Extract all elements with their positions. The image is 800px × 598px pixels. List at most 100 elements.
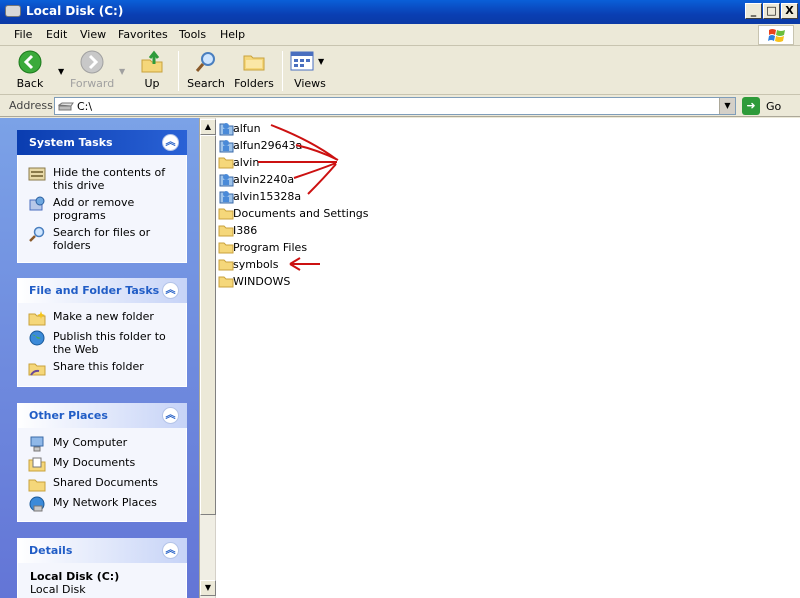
system-tasks-header[interactable]: System Tasks ︽ — [17, 130, 187, 155]
new-folder-icon — [28, 311, 46, 326]
search-label: Search — [187, 77, 225, 90]
drive-icon — [5, 5, 21, 17]
task-label: Search for files or folders — [53, 226, 151, 252]
file-name: symbols — [233, 258, 279, 271]
address-dropdown-icon[interactable]: ▼ — [719, 98, 735, 114]
menu-edit[interactable]: Edit — [46, 28, 67, 41]
task-new-folder[interactable]: Make a new folder — [28, 310, 178, 326]
drive-hide-icon — [28, 167, 46, 181]
place-my-documents[interactable]: My Documents — [28, 456, 178, 472]
place-my-computer[interactable]: My Computer — [28, 436, 178, 452]
menu-favorites[interactable]: Favorites — [118, 28, 168, 41]
details-type: Local Disk — [30, 583, 86, 596]
back-label: Back — [16, 77, 44, 90]
minimize-button[interactable]: _ — [745, 3, 762, 19]
file-folder-tasks-header[interactable]: File and Folder Tasks ︽ — [17, 278, 187, 303]
details-title: Details — [29, 544, 73, 557]
task-label: Share this folder — [53, 360, 144, 373]
search-icon — [195, 52, 215, 72]
views-label: Views — [294, 77, 326, 90]
place-network-places[interactable]: My Network Places — [28, 496, 178, 512]
file-name: alvin2240a — [233, 173, 295, 186]
system-tasks-title: System Tasks — [29, 136, 113, 149]
folder-icon — [218, 225, 234, 237]
folder-icon — [218, 208, 234, 220]
up-label: Up — [144, 77, 160, 90]
folder-icon — [218, 157, 234, 169]
menu-help[interactable]: Help — [220, 28, 245, 41]
folder-icon — [218, 259, 234, 271]
menu-file[interactable]: File — [14, 28, 32, 41]
maximize-button[interactable]: □ — [763, 3, 780, 19]
forward-dropdown-icon[interactable]: ▼ — [119, 67, 125, 76]
details-header[interactable]: Details ︽ — [17, 538, 187, 563]
user-folder-icon — [219, 174, 234, 187]
window-controls: _ □ X — [745, 3, 798, 19]
place-label: My Network Places — [53, 496, 157, 509]
folders-label: Folders — [234, 77, 274, 90]
folder-icon — [218, 242, 234, 254]
other-places-panel: Other Places ︽ My Computer My Documents … — [17, 403, 187, 522]
address-path: C:\ — [77, 100, 93, 113]
title-bar[interactable]: Local Disk (C:) _ □ X — [0, 0, 800, 24]
file-folder-tasks-title: File and Folder Tasks — [29, 284, 160, 297]
forward-arrow-icon — [80, 50, 104, 74]
forward-label: Forward — [70, 77, 115, 90]
toolbar: Back ▼ Forward ▼ Up Search Folders Views… — [0, 47, 800, 95]
file-name: I386 — [233, 224, 258, 237]
other-places-header[interactable]: Other Places ︽ — [17, 403, 187, 428]
task-publish-web[interactable]: Publish this folder to the Web — [28, 330, 178, 358]
other-places-body: My Computer My Documents Shared Document… — [17, 428, 187, 522]
collapse-chevron-icon[interactable]: ︽ — [162, 407, 179, 424]
publish-web-icon — [29, 330, 45, 346]
back-arrow-icon — [18, 50, 42, 74]
network-places-icon — [29, 496, 45, 512]
task-search-files[interactable]: Search for files or folders — [28, 226, 178, 254]
windows-logo-icon — [758, 25, 794, 45]
close-button[interactable]: X — [781, 3, 798, 19]
go-button[interactable]: ➜ Go — [742, 97, 796, 115]
place-label: My Computer — [53, 436, 128, 449]
vertical-scrollbar[interactable]: ▲ ▼ — [200, 118, 216, 598]
add-remove-programs-icon — [29, 196, 45, 211]
my-documents-icon — [28, 457, 46, 472]
menu-bar: File Edit View Favorites Tools Help — [0, 24, 800, 46]
folder-icon — [218, 276, 234, 288]
scroll-thumb[interactable] — [200, 135, 216, 515]
menu-view[interactable]: View — [80, 28, 106, 41]
views-icon — [290, 51, 314, 71]
task-label: Make a new folder — [53, 310, 154, 323]
collapse-chevron-icon[interactable]: ︽ — [162, 542, 179, 559]
file-folder-tasks-panel: File and Folder Tasks ︽ Make a new folde… — [17, 278, 187, 387]
system-tasks-panel: System Tasks ︽ Hide the contents of this… — [17, 130, 187, 263]
views-dropdown-icon[interactable]: ▼ — [318, 57, 324, 66]
task-label: Publish this folder to the Web — [53, 330, 166, 356]
folder-icon — [28, 479, 46, 492]
back-dropdown-icon[interactable]: ▼ — [58, 67, 64, 76]
task-add-remove-programs[interactable]: Add or remove programs — [28, 196, 178, 224]
menu-tools[interactable]: Tools — [179, 28, 206, 41]
address-input[interactable]: C:\ ▼ — [54, 97, 736, 115]
folders-icon — [243, 55, 265, 71]
file-name: WINDOWS — [233, 275, 291, 288]
up-folder-icon — [141, 50, 163, 73]
task-hide-drive[interactable]: Hide the contents of this drive — [28, 166, 178, 194]
task-share-folder[interactable]: Share this folder — [28, 360, 178, 376]
file-name: Documents and Settings — [233, 207, 369, 220]
details-panel: Details ︽ Local Disk (C:) Local Disk — [17, 538, 187, 598]
details-name: Local Disk (C:) — [30, 570, 120, 583]
scroll-up-icon[interactable]: ▲ — [200, 119, 216, 135]
toolbar-separator — [178, 51, 179, 91]
user-folder-icon — [219, 140, 234, 153]
collapse-chevron-icon[interactable]: ︽ — [162, 134, 179, 151]
place-shared-documents[interactable]: Shared Documents — [28, 476, 178, 492]
file-name: alfun — [233, 122, 261, 135]
place-label: My Documents — [53, 456, 136, 469]
toolbar-separator — [282, 51, 283, 91]
scroll-down-icon[interactable]: ▼ — [200, 580, 216, 596]
collapse-chevron-icon[interactable]: ︽ — [162, 282, 179, 299]
drive-icon — [58, 102, 74, 111]
go-label: Go — [766, 100, 782, 113]
my-computer-icon — [30, 436, 44, 452]
file-name: alvin — [233, 156, 260, 169]
